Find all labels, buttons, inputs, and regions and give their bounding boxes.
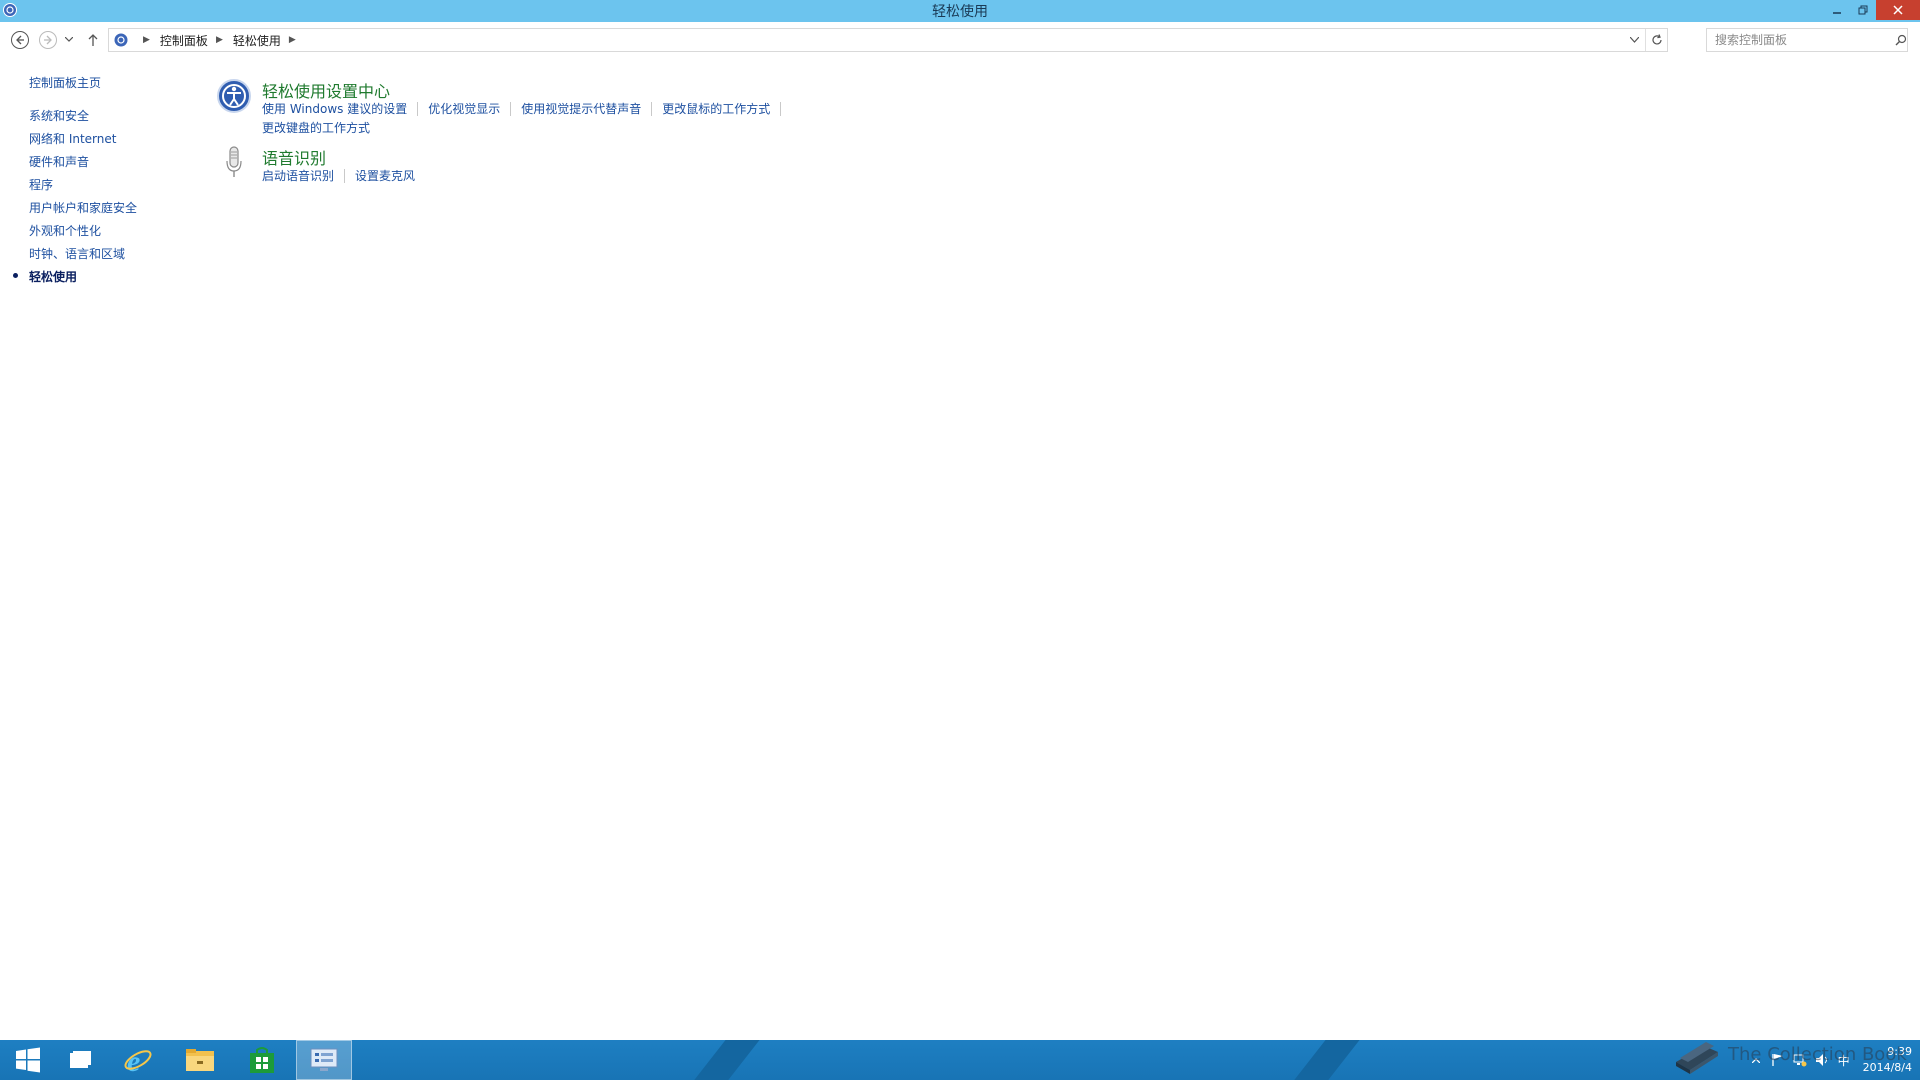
speech-recognition-links: 启动语音识别 设置麦克风 (262, 167, 415, 184)
link-separator (780, 101, 782, 116)
sidebar-item-programs[interactable]: 程序 (29, 176, 53, 193)
watermark: The Collection Book (1668, 1028, 1907, 1080)
chevron-down-icon (65, 37, 73, 42)
minimize-icon (1833, 12, 1841, 14)
address-actions (1623, 29, 1667, 51)
link-separator (510, 101, 512, 116)
sidebar-item-clock-language-region[interactable]: 时钟、语言和区域 (29, 245, 125, 262)
close-icon (1893, 5, 1903, 15)
restore-icon (1858, 5, 1868, 15)
sidebar-item-label: 轻松使用 (29, 270, 78, 284)
link-start-speech-recognition[interactable]: 启动语音识别 (262, 167, 334, 184)
link-separator (417, 101, 419, 116)
link-keyboard-settings[interactable]: 更改键盘的工作方式 (262, 119, 370, 136)
book-logo-icon (1676, 1042, 1718, 1074)
chevron-down-icon (1629, 37, 1639, 43)
speech-recognition-title[interactable]: 语音识别 (262, 145, 326, 169)
taskbar-desktop-window[interactable] (52, 1040, 108, 1080)
restore-button[interactable] (1850, 0, 1876, 20)
taskbar: e 中 9:39 2014/8/4 (0, 1040, 1920, 1080)
link-separator (651, 101, 653, 116)
taskbar-internet-explorer[interactable]: e (110, 1040, 166, 1080)
taskbar-decoration (1278, 1040, 1368, 1080)
ease-of-access-center-title[interactable]: 轻松使用设置中心 (262, 78, 390, 102)
title-bar: 轻松使用 (0, 0, 1920, 22)
sidebar-item-ease-of-access: 轻松使用 (13, 268, 78, 285)
control-panel-icon (310, 1048, 338, 1071)
sidebar-item-system-security[interactable]: 系统和安全 (29, 107, 89, 124)
taskbar-file-explorer[interactable] (172, 1040, 228, 1080)
ease-of-access-links: 使用 Windows 建议的设置 优化视觉显示 使用视觉提示代替声音 更改鼠标的… (262, 100, 791, 117)
refresh-icon (1651, 34, 1662, 45)
taskbar-store[interactable] (234, 1040, 290, 1080)
control-panel-icon (114, 33, 128, 47)
sidebar-item-user-accounts[interactable]: 用户帐户和家庭安全 (29, 199, 137, 216)
breadcrumb-control-panel[interactable]: 控制面板 (160, 32, 208, 49)
windows-logo-icon (16, 1047, 40, 1073)
link-optimize-visual-display[interactable]: 优化视觉显示 (428, 100, 500, 117)
link-visual-cues-for-sounds[interactable]: 使用视觉提示代替声音 (521, 100, 641, 117)
chevron-right-icon[interactable]: ▶ (143, 35, 150, 45)
sidebar-item-appearance[interactable]: 外观和个性化 (29, 222, 101, 239)
address-bar[interactable]: ▶ 控制面板 ▶ 轻松使用 ▶ (108, 28, 1668, 52)
breadcrumb-ease-of-access[interactable]: 轻松使用 (233, 32, 281, 49)
store-bag-icon (250, 1047, 274, 1073)
search-icon[interactable] (1895, 34, 1907, 46)
start-button[interactable] (0, 1040, 56, 1080)
recent-locations-button[interactable] (60, 26, 78, 54)
close-button[interactable] (1876, 0, 1920, 20)
current-item-bullet (13, 273, 18, 278)
back-arrow-icon (11, 31, 29, 49)
address-dropdown-button[interactable] (1623, 29, 1645, 51)
link-separator (344, 168, 346, 183)
up-button[interactable] (82, 26, 104, 54)
watermark-text: The Collection Book (1728, 1043, 1907, 1065)
taskbar-decoration (678, 1040, 768, 1080)
sidebar-item-control-panel-home[interactable]: 控制面板主页 (29, 74, 101, 91)
forward-button[interactable] (34, 26, 62, 54)
search-box[interactable] (1706, 28, 1908, 52)
minimize-button[interactable] (1824, 0, 1850, 20)
window-controls (1824, 0, 1920, 20)
sidebar-item-network-internet[interactable]: 网络和 Internet (29, 130, 116, 147)
internet-explorer-icon: e (124, 1045, 152, 1075)
microphone-icon[interactable] (216, 145, 252, 181)
window-title: 轻松使用 (932, 4, 988, 20)
link-windows-recommended-settings[interactable]: 使用 Windows 建议的设置 (262, 100, 407, 117)
refresh-button[interactable] (1645, 29, 1667, 51)
taskbar-control-panel[interactable] (296, 1040, 352, 1080)
folder-icon (186, 1049, 214, 1071)
control-panel-app-icon[interactable] (2, 2, 18, 18)
window-icon (70, 1051, 91, 1068)
navigation-bar: ▶ 控制面板 ▶ 轻松使用 ▶ (0, 22, 1920, 58)
ease-of-access-icon[interactable] (216, 78, 252, 114)
chevron-right-icon[interactable]: ▶ (289, 35, 296, 45)
forward-arrow-icon (39, 31, 57, 49)
link-mouse-settings[interactable]: 更改鼠标的工作方式 (662, 100, 770, 117)
chevron-right-icon[interactable]: ▶ (216, 35, 223, 45)
up-arrow-icon (88, 34, 98, 46)
back-button[interactable] (6, 26, 34, 54)
link-set-up-microphone[interactable]: 设置麦克风 (355, 167, 415, 184)
search-input[interactable] (1715, 33, 1885, 47)
ease-of-access-links-row2: 更改键盘的工作方式 (262, 119, 370, 136)
sidebar-item-hardware-sound[interactable]: 硬件和声音 (29, 153, 89, 170)
